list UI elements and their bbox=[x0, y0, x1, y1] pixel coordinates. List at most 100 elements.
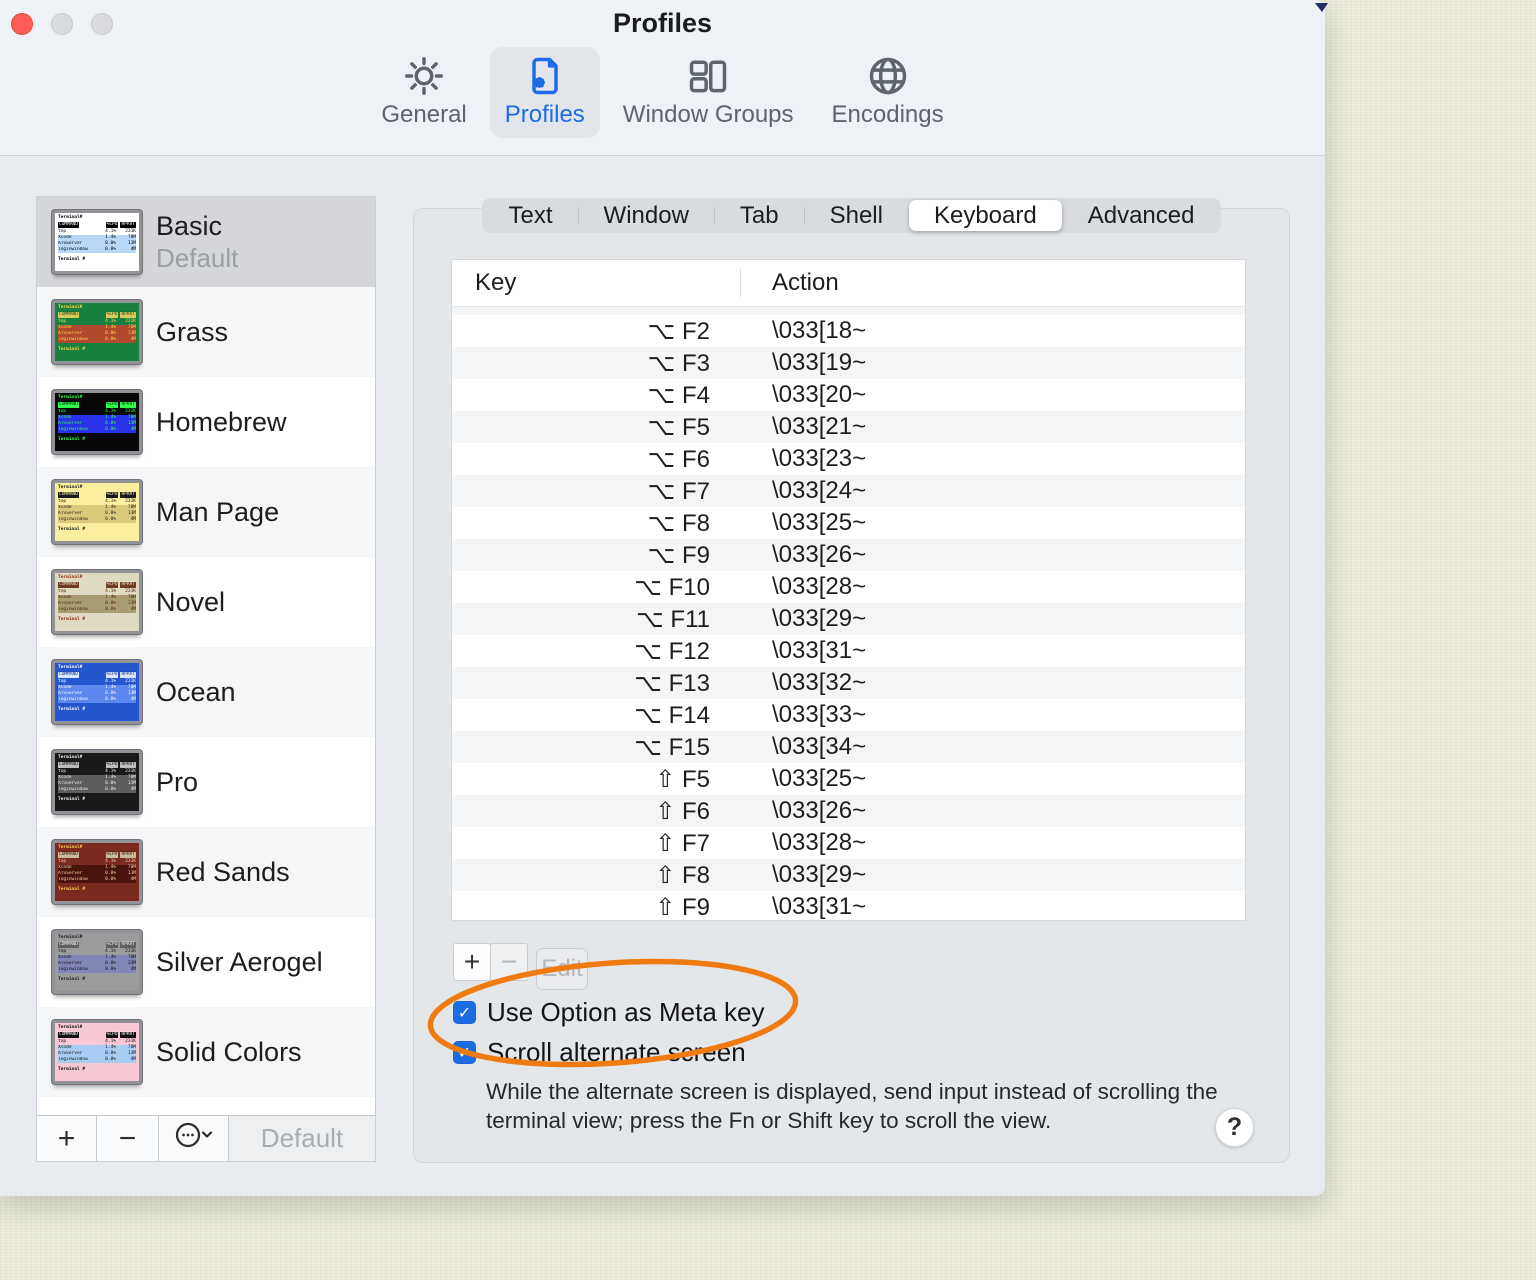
action-cell: \033[19~ bbox=[772, 349, 867, 376]
table-row[interactable]: ⌥ F3 \033[19~ bbox=[452, 347, 1245, 379]
profile-row-pro[interactable]: Terminal# COMMAND %CPU RPRVT top 4.1% 231K Xcod… bbox=[37, 737, 375, 827]
thumb-process-mem: 4M bbox=[130, 247, 136, 252]
toolbar-item-window-groups[interactable]: Window Groups bbox=[608, 47, 809, 138]
thumb-column-chip: COMMAND bbox=[58, 582, 79, 588]
more-options-button[interactable] bbox=[159, 1116, 229, 1161]
profile-thumbnail: Terminal# COMMAND %CPU RPRVT top 4.1% 231K Xcod… bbox=[52, 930, 142, 994]
profile-name: Silver Aerogel bbox=[156, 947, 323, 977]
thumb-process-row: loginwindow 0.0% 4M bbox=[58, 607, 136, 613]
table-row[interactable]: ⌥ F9 \033[26~ bbox=[452, 539, 1245, 571]
action-cell: \033[28~ bbox=[772, 829, 867, 856]
thumb-column-chip: RPRVT bbox=[120, 402, 136, 408]
table-row[interactable]: ⌥ F4 \033[20~ bbox=[452, 379, 1245, 411]
action-cell: \033[26~ bbox=[772, 797, 867, 824]
table-row[interactable]: ⌥ F13 \033[32~ bbox=[452, 667, 1245, 699]
thumb-process-mem: 4M bbox=[130, 517, 136, 522]
key-cell: ⌥ F13 bbox=[634, 669, 710, 697]
thumb-process-row: loginwindow 0.0% 4M bbox=[58, 247, 136, 253]
thumb-process-row: loginwindow 0.0% 4M bbox=[58, 517, 136, 523]
thumb-terminal-title: Terminal# bbox=[58, 845, 83, 850]
set-default-button[interactable]: Default bbox=[229, 1116, 375, 1161]
thumb-process-row: loginwindow 0.0% 4M bbox=[58, 337, 136, 343]
table-row[interactable]: ⇧ F7 \033[28~ bbox=[452, 827, 1245, 859]
toolbar-item-profiles[interactable]: Profiles bbox=[489, 47, 600, 138]
window-title: Profiles bbox=[612, 8, 713, 38]
edit-key-button[interactable]: Edit bbox=[536, 948, 588, 990]
help-button[interactable]: ? bbox=[1215, 1108, 1254, 1147]
table-row[interactable]: ⇧ F8 \033[29~ bbox=[452, 859, 1245, 891]
tab-keyboard[interactable]: Keyboard bbox=[908, 200, 1062, 231]
profile-row-basic[interactable]: Terminal# COMMAND %CPU RPRVT top 4.1% 231K Xcod… bbox=[37, 197, 375, 287]
profile-row-ocean[interactable]: Terminal# COMMAND %CPU RPRVT top 4.1% 231K Xcod… bbox=[37, 647, 375, 737]
key-cell: ⌥ F14 bbox=[634, 701, 710, 729]
use-option-as-meta-checkbox[interactable]: ✓ bbox=[453, 1001, 476, 1024]
table-row[interactable]: ⌥ F12 \033[31~ bbox=[452, 635, 1245, 667]
key-cell: ⌥ F9 bbox=[647, 541, 710, 569]
profile-name: Homebrew bbox=[156, 407, 287, 437]
profile-row-red-sands[interactable]: Terminal# COMMAND %CPU RPRVT top 4.1% 231K Xcod… bbox=[37, 827, 375, 917]
toolbar-item-label: Profiles bbox=[504, 101, 585, 128]
thumb-process-name: loginwindow bbox=[58, 967, 88, 972]
profile-label-group: Solid Colors bbox=[156, 1037, 302, 1067]
table-row[interactable]: ⇧ F6 \033[26~ bbox=[452, 795, 1245, 827]
profile-name: Solid Colors bbox=[156, 1037, 302, 1067]
tab-shell[interactable]: Shell bbox=[805, 200, 908, 231]
thumb-terminal-title: Terminal# bbox=[58, 485, 83, 490]
toolbar-item-general[interactable]: General bbox=[366, 47, 481, 138]
thumb-process-cpu: 0.0% bbox=[105, 787, 116, 792]
thumb-process-cpu: 0.0% bbox=[105, 697, 116, 702]
tab-text[interactable]: Text bbox=[484, 200, 578, 231]
thumb-process-cpu: 0.0% bbox=[105, 247, 116, 252]
gear-icon bbox=[402, 54, 446, 98]
tab-window[interactable]: Window bbox=[579, 200, 714, 231]
thumb-column-chip: COMMAND bbox=[58, 492, 79, 498]
settings-toolbar: General Profiles Window Groups Encodings bbox=[0, 47, 1325, 138]
thumb-prompt: Terminal # bbox=[58, 347, 86, 352]
thumb-header-row: COMMAND %CPU RPRVT bbox=[58, 312, 136, 318]
tab-tab[interactable]: Tab bbox=[715, 200, 804, 231]
table-row[interactable]: ⌥ F10 \033[28~ bbox=[452, 571, 1245, 603]
column-divider bbox=[740, 269, 741, 297]
table-header: Key Action bbox=[452, 260, 1245, 307]
table-row[interactable]: ⌥ F14 \033[33~ bbox=[452, 699, 1245, 731]
checkbox-label: Use Option as Meta key bbox=[487, 997, 765, 1027]
thumb-column-chip: RPRVT bbox=[120, 582, 136, 588]
profile-name: Man Page bbox=[156, 497, 280, 527]
table-row[interactable]: ⇧ F5 \033[25~ bbox=[452, 763, 1245, 795]
thumb-column-chip: RPRVT bbox=[120, 762, 136, 768]
remove-key-button[interactable]: − bbox=[490, 943, 528, 981]
thumb-terminal-title: Terminal# bbox=[58, 1025, 83, 1030]
thumb-column-chip: COMMAND bbox=[58, 762, 79, 768]
table-row[interactable]: ⌥ F6 \033[23~ bbox=[452, 443, 1245, 475]
scroll-alternate-screen-checkbox[interactable]: ✓ bbox=[453, 1041, 476, 1064]
profile-row-grass[interactable]: Terminal# COMMAND %CPU RPRVT top 4.1% 231K Xcod… bbox=[37, 287, 375, 377]
key-cell: ⇧ F6 bbox=[655, 797, 710, 825]
table-row[interactable]: ⌥ F15 \033[34~ bbox=[452, 731, 1245, 763]
alternate-screen-help-text: While the alternate screen is displayed,… bbox=[486, 1079, 1218, 1133]
profile-row-silver-aerogel[interactable]: Terminal# COMMAND %CPU RPRVT top 4.1% 231K Xcod… bbox=[37, 917, 375, 1007]
profile-row-solid-colors[interactable]: Terminal# COMMAND %CPU RPRVT top 4.1% 231K Xcod… bbox=[37, 1007, 375, 1097]
table-row[interactable]: ⌥ F2 \033[18~ bbox=[452, 315, 1245, 347]
profile-row-man-page[interactable]: Terminal# COMMAND %CPU RPRVT top 4.1% 231K Xcod… bbox=[37, 467, 375, 557]
add-profile-button[interactable]: + bbox=[37, 1116, 97, 1161]
table-row[interactable]: ⌥ F7 \033[24~ bbox=[452, 475, 1245, 507]
thumb-column-chip: RPRVT bbox=[120, 492, 136, 498]
remove-profile-button[interactable]: − bbox=[97, 1116, 159, 1161]
table-row[interactable]: ⌥ F11 \033[29~ bbox=[452, 603, 1245, 635]
key-cell: ⌥ F15 bbox=[634, 733, 710, 761]
table-row[interactable]: ⇧ F9 \033[31~ bbox=[452, 891, 1245, 920]
thumb-process-cpu: 0.0% bbox=[105, 427, 116, 432]
toolbar-item-encodings[interactable]: Encodings bbox=[817, 47, 959, 138]
profile-row-novel[interactable]: Terminal# COMMAND %CPU RPRVT top 4.1% 231K Xcod… bbox=[37, 557, 375, 647]
add-key-button[interactable]: + bbox=[453, 943, 491, 981]
tab-advanced[interactable]: Advanced bbox=[1063, 200, 1220, 231]
profile-row-homebrew[interactable]: Terminal# COMMAND %CPU RPRVT top 4.1% 231K Xcod… bbox=[37, 377, 375, 467]
profile-label-group: Man Page bbox=[156, 497, 279, 527]
thumb-column-chip: COMMAND bbox=[58, 852, 79, 858]
thumb-column-chip: RPRVT bbox=[120, 222, 136, 228]
titlebar: Profiles General Profiles Window Groups … bbox=[0, 0, 1325, 156]
action-cell: \033[25~ bbox=[772, 765, 867, 792]
thumb-column-chip: %CPU bbox=[105, 402, 119, 408]
table-row[interactable]: ⌥ F5 \033[21~ bbox=[452, 411, 1245, 443]
table-row[interactable]: ⌥ F8 \033[25~ bbox=[452, 507, 1245, 539]
